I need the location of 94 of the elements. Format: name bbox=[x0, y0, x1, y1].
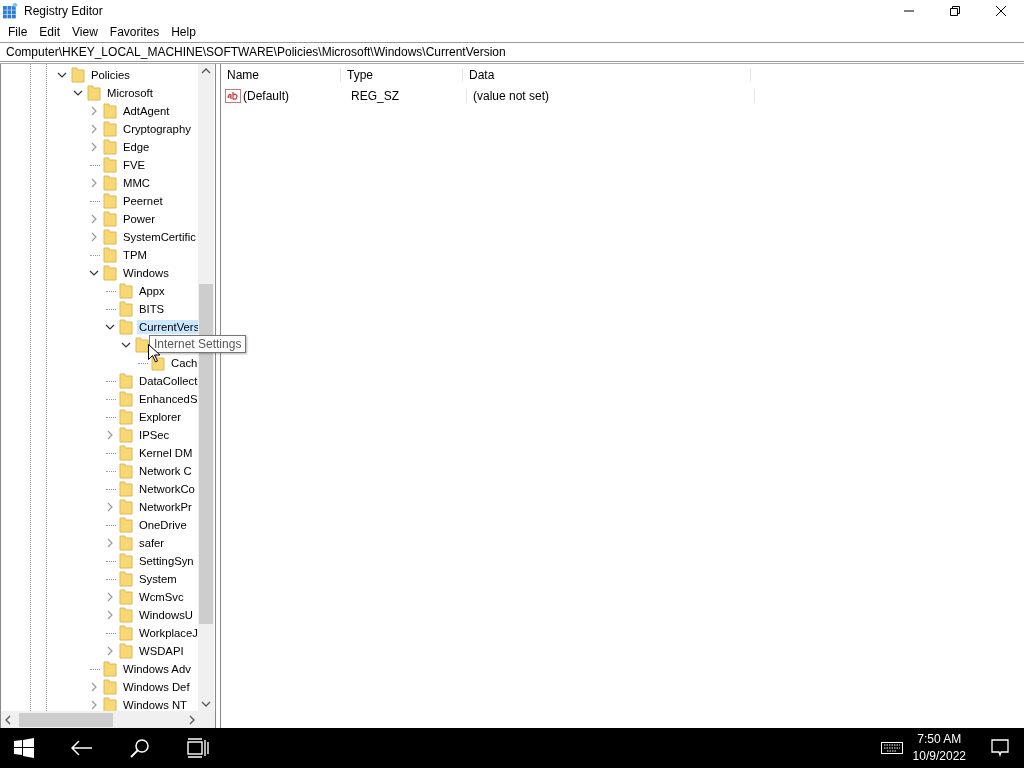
menu-item[interactable]: Favorites bbox=[103, 25, 166, 39]
tree-item[interactable]: AdtAgent bbox=[121, 104, 172, 118]
tree-item[interactable]: CurrentVers bbox=[137, 320, 198, 334]
tree-item[interactable]: OneDrive bbox=[137, 518, 189, 532]
folder-icon bbox=[119, 427, 133, 443]
tree-item[interactable]: NetworkPr bbox=[137, 500, 194, 514]
tree-item[interactable]: Edge bbox=[121, 140, 152, 154]
tree-item[interactable]: Windows Def bbox=[121, 680, 192, 694]
tree-item[interactable]: SettingSyn bbox=[137, 554, 196, 568]
tree-item[interactable]: Cach bbox=[169, 356, 198, 370]
menu-item[interactable]: Edit bbox=[33, 25, 67, 39]
tree-item[interactable]: Explorer bbox=[137, 410, 184, 424]
folder-icon bbox=[119, 499, 133, 515]
tree-item[interactable]: Kernel DM bbox=[137, 446, 195, 460]
tree-item[interactable]: EnhancedS bbox=[137, 392, 198, 406]
tree-item[interactable]: Power bbox=[121, 212, 158, 226]
column-header[interactable]: Data bbox=[463, 68, 751, 82]
folder-icon bbox=[119, 571, 133, 587]
folder-icon bbox=[119, 643, 133, 659]
folder-icon bbox=[103, 247, 117, 263]
folder-icon bbox=[103, 103, 117, 119]
task-view-icon[interactable] bbox=[187, 738, 209, 758]
tree-item[interactable]: BITS bbox=[137, 302, 167, 316]
tree-item[interactable]: WindowsU bbox=[137, 608, 195, 622]
folder-icon bbox=[103, 229, 117, 245]
folder-icon bbox=[103, 679, 117, 695]
folder-icon bbox=[119, 535, 133, 551]
folder-icon bbox=[103, 193, 117, 209]
tree-item[interactable]: NetworkCo bbox=[137, 482, 197, 496]
tree-item[interactable]: SystemCertific bbox=[121, 230, 198, 244]
string-value-icon bbox=[225, 89, 241, 103]
tree-item[interactable]: Windows NT bbox=[121, 698, 190, 711]
address-field[interactable]: Computer\HKEY_LOCAL_MACHINE\SOFTWARE\Policies\Microsoft\Windows\CurrentVersion bbox=[0, 42, 1024, 62]
tree-item[interactable]: WorkplaceJ bbox=[137, 626, 198, 640]
tree-item[interactable]: WcmSvc bbox=[137, 590, 186, 604]
horizontal-scrollbar[interactable] bbox=[1, 711, 215, 728]
column-header[interactable]: Type bbox=[341, 68, 463, 82]
tree-item[interactable]: Microsoft bbox=[105, 86, 155, 100]
tree-item[interactable]: System bbox=[137, 572, 179, 586]
folder-icon bbox=[103, 175, 117, 191]
tree-item[interactable]: Appx bbox=[137, 284, 167, 298]
folder-icon bbox=[119, 463, 133, 479]
restore-icon[interactable] bbox=[950, 6, 960, 16]
tree-item[interactable]: Peernet bbox=[121, 194, 165, 208]
folder-icon bbox=[87, 85, 101, 101]
tooltip: Internet Settings bbox=[149, 335, 247, 353]
folder-icon bbox=[103, 157, 117, 173]
window-title: Registry Editor bbox=[24, 4, 103, 18]
close-icon[interactable] bbox=[996, 6, 1006, 16]
tree-item[interactable]: TPM bbox=[121, 248, 149, 262]
table-cell: (value not set) bbox=[467, 89, 755, 103]
folder-icon bbox=[119, 409, 133, 425]
windows-logo-icon[interactable] bbox=[14, 738, 34, 758]
folder-icon bbox=[119, 553, 133, 569]
keyboard-icon[interactable] bbox=[880, 742, 903, 754]
folder-icon bbox=[103, 265, 117, 281]
folder-icon bbox=[119, 589, 133, 605]
folder-icon bbox=[119, 319, 133, 335]
folder-icon bbox=[71, 67, 85, 83]
menu-item[interactable]: File bbox=[2, 25, 34, 39]
folder-icon bbox=[103, 139, 117, 155]
tree-item[interactable]: FVE bbox=[121, 158, 147, 172]
tree-item[interactable]: Network C bbox=[137, 464, 194, 478]
tree-item[interactable]: safer bbox=[137, 536, 167, 550]
tree-item[interactable]: Cryptography bbox=[121, 122, 193, 136]
tree-item[interactable]: IPSec bbox=[137, 428, 172, 442]
folder-icon bbox=[119, 373, 133, 389]
tree-item[interactable]: MMC bbox=[121, 176, 152, 190]
clock[interactable]: 7:50 AM 10/9/2022 bbox=[902, 731, 976, 765]
tree-item[interactable]: Policies bbox=[89, 68, 132, 82]
folder-icon bbox=[119, 607, 133, 623]
folder-icon bbox=[103, 661, 117, 677]
tree-item[interactable]: WSDAPI bbox=[137, 644, 186, 658]
column-header[interactable]: Name bbox=[221, 68, 341, 82]
registry-icon bbox=[2, 3, 18, 19]
folder-icon bbox=[119, 481, 133, 497]
folder-icon bbox=[119, 301, 133, 317]
table-cell: REG_SZ bbox=[345, 89, 467, 103]
tree-item[interactable]: Windows bbox=[121, 266, 171, 280]
folder-icon bbox=[103, 121, 117, 137]
folder-icon bbox=[103, 211, 117, 227]
folder-icon bbox=[119, 283, 133, 299]
folder-icon bbox=[119, 391, 133, 407]
search-icon[interactable] bbox=[130, 738, 150, 758]
notification-icon[interactable] bbox=[991, 739, 1009, 757]
folder-icon bbox=[119, 625, 133, 641]
tree-item[interactable]: DataCollect bbox=[137, 374, 198, 388]
menu-item[interactable]: View bbox=[66, 25, 104, 39]
tree-item[interactable]: Windows Adv bbox=[121, 662, 193, 676]
menu-item[interactable]: Help bbox=[165, 25, 202, 39]
folder-icon bbox=[119, 445, 133, 461]
folder-icon bbox=[119, 517, 133, 533]
table-cell: (Default) bbox=[243, 89, 289, 103]
back-arrow-icon[interactable] bbox=[71, 740, 93, 756]
